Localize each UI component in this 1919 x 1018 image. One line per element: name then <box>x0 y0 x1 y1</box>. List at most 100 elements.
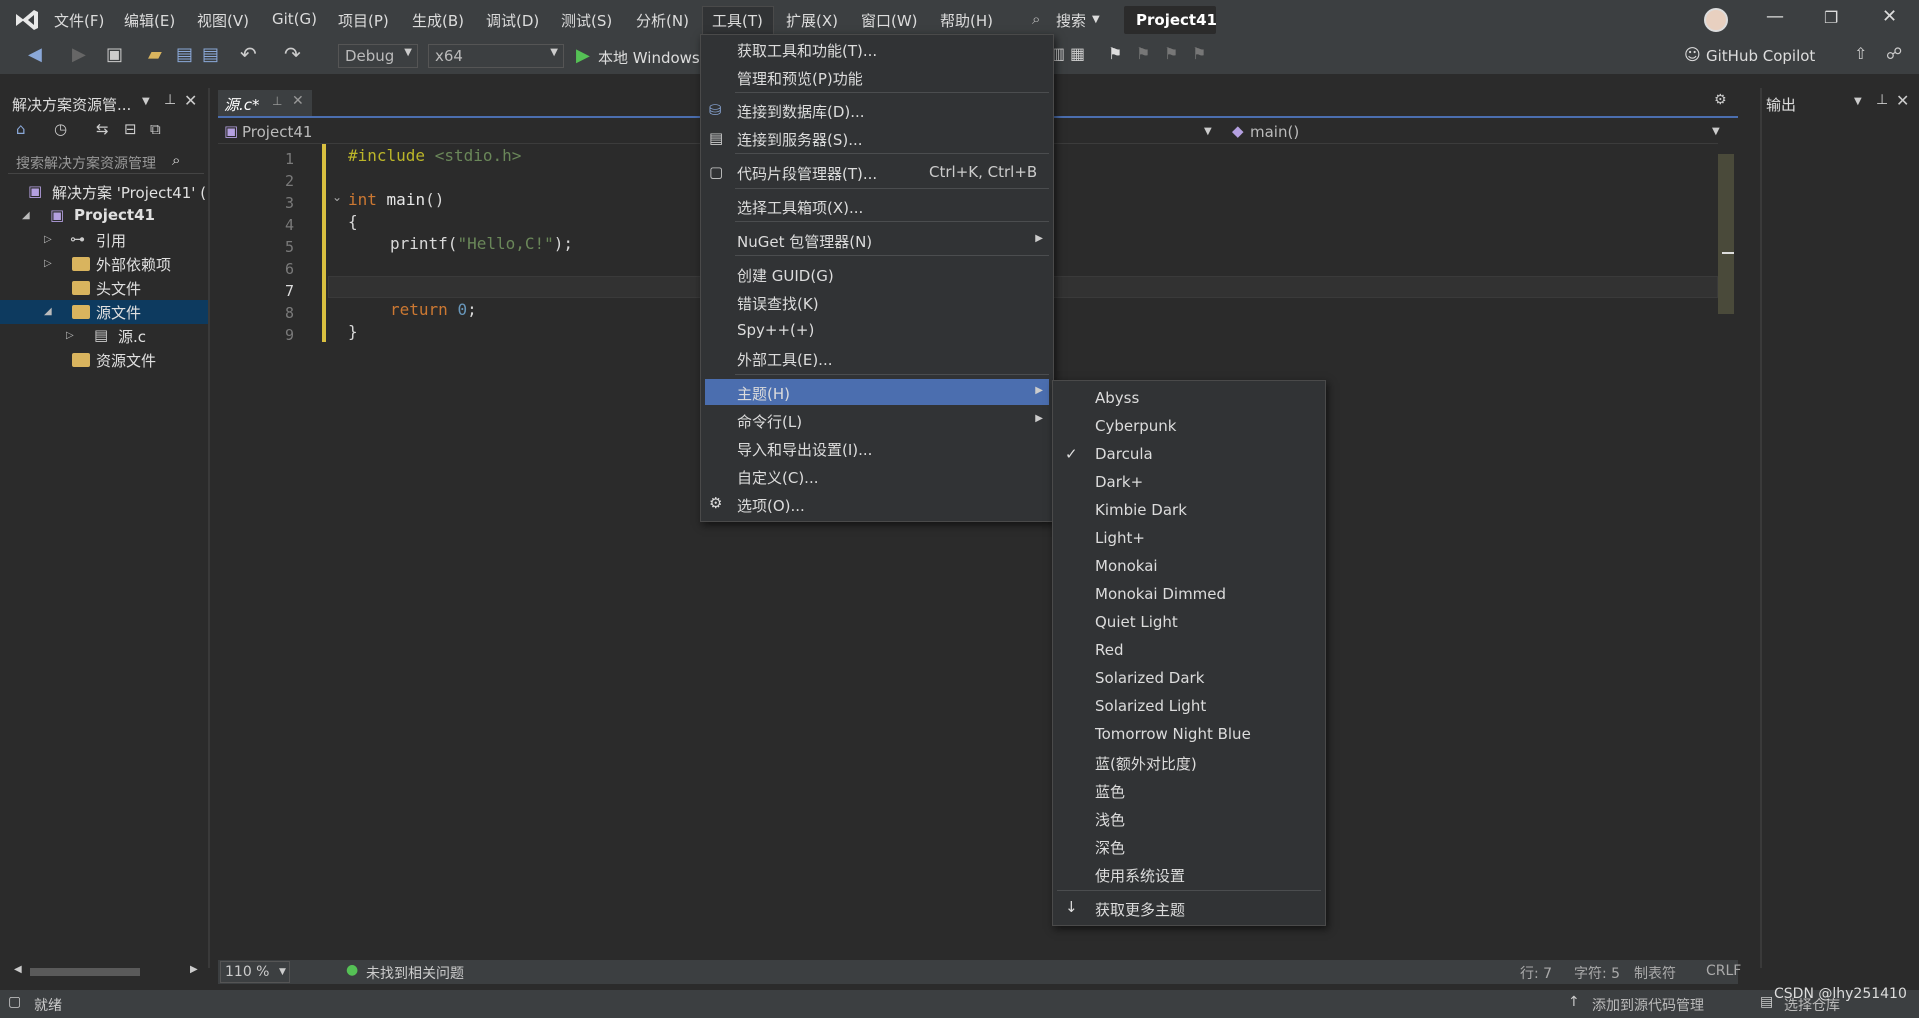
menu-view[interactable]: 视图(V) <box>197 10 249 31</box>
user-avatar[interactable] <box>1704 8 1728 32</box>
pin-icon[interactable]: ⊥ <box>164 92 176 108</box>
menu-debug[interactable]: 调试(D) <box>486 10 539 31</box>
menu-item-create-guid[interactable]: 创建 GUID(G) <box>701 261 1053 287</box>
menu-help[interactable]: 帮助(H) <box>940 10 993 31</box>
theme-item[interactable]: Monokai Dimmed <box>1053 581 1325 607</box>
theme-item[interactable]: Light+ <box>1053 525 1325 551</box>
collapsed-icon[interactable]: ▷ <box>66 330 74 341</box>
tree-item-project[interactable]: ◢ ▣ Project41 <box>0 204 208 228</box>
menu-tools[interactable]: 工具(T) <box>712 10 763 31</box>
menu-item-import-export[interactable]: 导入和导出设置(I)... <box>701 435 1053 461</box>
menu-item-command-line[interactable]: 命令行(L) ▶ <box>701 407 1053 433</box>
undo-icon[interactable]: ↶ <box>240 42 257 66</box>
nav-project[interactable]: Project41 <box>242 123 312 141</box>
menu-item-get-more-themes[interactable]: ↓ 获取更多主题 <box>1053 895 1325 921</box>
menu-item-snippet-manager[interactable]: ▢ 代码片段管理器(T)... Ctrl+K, Ctrl+B <box>701 159 1053 185</box>
menu-item-customize[interactable]: 自定义(C)... <box>701 463 1053 489</box>
bookmark-icon[interactable]: ⚑ <box>1108 44 1122 63</box>
menu-build[interactable]: 生成(B) <box>412 10 464 31</box>
expanded-icon[interactable]: ◢ <box>44 306 52 317</box>
save-icon[interactable]: ▤ <box>176 44 193 65</box>
pin-icon[interactable]: ⊥ <box>1876 92 1888 108</box>
menu-extensions[interactable]: 扩展(X) <box>786 10 838 31</box>
back-icon[interactable]: ◀ <box>28 44 42 65</box>
platform-select[interactable]: x64 ▼ <box>428 44 564 68</box>
tree-item-references[interactable]: ▷ ⊶ 引用 <box>0 228 208 252</box>
configuration-select[interactable]: Debug ▼ <box>338 44 418 68</box>
search-dropdown-icon[interactable]: ▼ <box>1092 14 1100 25</box>
tree-item-external-deps[interactable]: ▷ 外部依赖项 <box>0 252 208 276</box>
run-button-label[interactable]: 本地 Windows <box>598 47 700 68</box>
history-icon[interactable]: ◷ <box>54 120 67 138</box>
chevron-down-icon[interactable]: ▼ <box>1204 126 1212 137</box>
theme-item[interactable]: 使用系统设置 <box>1053 861 1325 887</box>
tab-source-c[interactable]: 源.c* ⊥ ✕ <box>218 90 312 116</box>
theme-item[interactable]: 深色 <box>1053 833 1325 859</box>
menu-file[interactable]: 文件(F) <box>54 10 104 31</box>
menu-item-manage-preview[interactable]: 管理和预览(P)功能 <box>701 64 1053 90</box>
minimize-icon[interactable]: — <box>1766 6 1784 27</box>
theme-item[interactable]: Abyss <box>1053 385 1325 411</box>
theme-item[interactable]: 蓝(额外对比度) <box>1053 749 1325 775</box>
chevron-down-icon[interactable]: ▼ <box>1712 126 1720 137</box>
menu-analyze[interactable]: 分析(N) <box>636 10 689 31</box>
menu-item-choose-toolbox[interactable]: 选择工具箱项(X)... <box>701 193 1053 219</box>
close-icon[interactable]: ✕ <box>1896 91 1909 110</box>
vertical-scrollbar[interactable] <box>1718 144 1734 944</box>
open-folder-icon[interactable]: ▰ <box>148 44 162 65</box>
bookmark-next-icon[interactable]: ⚑ <box>1164 44 1178 63</box>
close-tab-icon[interactable]: ✕ <box>292 93 304 109</box>
chevron-down-icon[interactable]: ▼ <box>1854 96 1862 107</box>
scroll-left-icon[interactable]: ◀ <box>14 964 22 975</box>
menu-item-connect-database[interactable]: ⛁ 连接到数据库(D)... <box>701 97 1053 123</box>
menu-item-nuget[interactable]: NuGet 包管理器(N) ▶ <box>701 227 1053 253</box>
theme-item[interactable]: 蓝色 <box>1053 777 1325 803</box>
menu-item-error-lookup[interactable]: 错误查找(K) <box>701 289 1053 315</box>
tree-item-sources[interactable]: ◢ 源文件 <box>0 300 208 324</box>
theme-item[interactable]: Kimbie Dark <box>1053 497 1325 523</box>
menu-test[interactable]: 测试(S) <box>561 10 612 31</box>
search-box[interactable]: 搜索 <box>1056 10 1086 31</box>
scrollbar-thumb[interactable] <box>30 968 140 976</box>
search-icon[interactable]: ⌕ <box>1032 10 1040 28</box>
feedback-icon[interactable]: ☍ <box>1886 44 1902 63</box>
scroll-right-icon[interactable]: ▶ <box>190 964 198 975</box>
solution-search-input[interactable]: 搜索解决方案资源管理 ⌕ <box>8 150 204 174</box>
menu-item-get-tools[interactable]: 获取工具和功能(T)... <box>701 36 1053 62</box>
fold-icon[interactable]: ⌄ <box>332 190 342 204</box>
show-all-icon[interactable]: ⧉ <box>150 120 161 138</box>
forward-icon[interactable]: ▶ <box>72 44 86 65</box>
tree-item-resources[interactable]: 资源文件 <box>0 348 208 372</box>
menu-item-connect-server[interactable]: ▤ 连接到服务器(S)... <box>701 125 1053 151</box>
home-icon[interactable]: ⌂ <box>16 120 26 138</box>
collapse-all-icon[interactable]: ⊟ <box>124 120 137 138</box>
theme-item[interactable]: Red <box>1053 637 1325 663</box>
copilot-button[interactable]: GitHub Copilot <box>1706 47 1815 65</box>
save-all-icon[interactable]: ▤ <box>202 44 219 65</box>
new-project-icon[interactable]: ▣ <box>106 44 123 65</box>
toolbar-icon[interactable]: ▦ <box>1070 44 1085 63</box>
chevron-down-icon[interactable]: ▼ <box>142 96 150 107</box>
menu-git[interactable]: Git(G) <box>272 10 317 28</box>
menu-project[interactable]: 项目(P) <box>338 10 389 31</box>
add-to-source-control[interactable]: 添加到源代码管理 <box>1592 995 1704 1015</box>
run-icon[interactable]: ▶ <box>576 45 590 66</box>
bookmark-clear-icon[interactable]: ⚑ <box>1192 44 1206 63</box>
menu-edit[interactable]: 编辑(E) <box>124 10 175 31</box>
theme-item-selected[interactable]: ✓ Darcula <box>1053 441 1325 467</box>
theme-item[interactable]: Dark+ <box>1053 469 1325 495</box>
tree-item-source-file[interactable]: ▷ ▤ 源.c <box>0 324 208 348</box>
theme-item[interactable]: Quiet Light <box>1053 609 1325 635</box>
menu-item-external-tools[interactable]: 外部工具(E)... <box>701 345 1053 371</box>
line-ending[interactable]: CRLF <box>1706 963 1741 979</box>
share-icon[interactable]: ⇧ <box>1854 44 1867 63</box>
sync-icon[interactable]: ⇆ <box>96 120 109 138</box>
restore-icon[interactable]: ❐ <box>1824 8 1838 27</box>
expanded-icon[interactable]: ◢ <box>22 210 30 221</box>
menu-item-theme[interactable]: 主题(H) ▶ <box>705 379 1049 405</box>
collapsed-icon[interactable]: ▷ <box>44 258 52 269</box>
theme-item[interactable]: Solarized Light <box>1053 693 1325 719</box>
settings-gear-icon[interactable]: ⚙ <box>1714 92 1727 108</box>
scrollbar-thumb[interactable] <box>1718 154 1734 314</box>
pin-icon[interactable]: ⊥ <box>272 94 282 108</box>
